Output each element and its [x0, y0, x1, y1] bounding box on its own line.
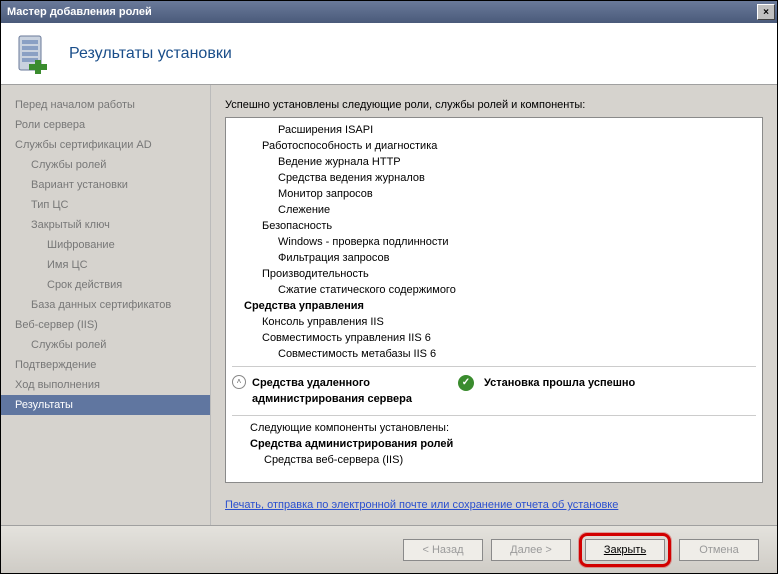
- body: Перед началом работыРоли сервераСлужбы с…: [1, 85, 777, 525]
- results-list[interactable]: Расширения ISAPIРаботоспособность и диаг…: [225, 117, 763, 483]
- nav-item[interactable]: Имя ЦС: [1, 255, 210, 275]
- sub-line-3: Средства веб-сервера (IIS): [264, 452, 756, 468]
- result-line: Средства управления: [244, 298, 756, 314]
- result-line: Слежение: [278, 202, 756, 218]
- main-panel: Успешно установлены следующие роли, служ…: [211, 85, 777, 525]
- sub-section: Следующие компоненты установлены: Средст…: [250, 420, 756, 468]
- nav-item[interactable]: Службы сертификации AD: [1, 135, 210, 155]
- status-section-label: Средства удаленного администрирования се…: [252, 375, 452, 407]
- result-line: Консоль управления IIS: [262, 314, 756, 330]
- sub-line-1: Следующие компоненты установлены:: [250, 420, 756, 436]
- nav-item[interactable]: Подтверждение: [1, 355, 210, 375]
- nav-item[interactable]: Ход выполнения: [1, 375, 210, 395]
- result-line: Совместимость управления IIS 6: [262, 330, 756, 346]
- nav-item[interactable]: Веб-сервер (IIS): [1, 315, 210, 335]
- intro-text: Успешно установлены следующие роли, служ…: [225, 99, 763, 111]
- result-line: Средства ведения журналов: [278, 170, 756, 186]
- server-role-icon: [15, 32, 55, 76]
- success-icon: ✓: [458, 375, 474, 391]
- report-link-bar: Печать, отправка по электронной почте ил…: [225, 483, 763, 525]
- nav-item[interactable]: База данных сертификатов: [1, 295, 210, 315]
- nav-item[interactable]: Шифрование: [1, 235, 210, 255]
- nav-item[interactable]: Службы ролей: [1, 155, 210, 175]
- nav-item[interactable]: Закрытый ключ: [1, 215, 210, 235]
- nav-item[interactable]: Срок действия: [1, 275, 210, 295]
- cancel-button: Отмена: [679, 539, 759, 561]
- close-highlight: Закрыть: [579, 533, 671, 567]
- nav-item[interactable]: Вариант установки: [1, 175, 210, 195]
- close-icon[interactable]: ×: [757, 4, 775, 20]
- wizard-window: Мастер добавления ролей × Результаты уст…: [0, 0, 778, 574]
- nav-item[interactable]: Тип ЦС: [1, 195, 210, 215]
- page-title: Результаты установки: [69, 45, 232, 63]
- result-line: Безопасность: [262, 218, 756, 234]
- back-button: < Назад: [403, 539, 483, 561]
- nav-item[interactable]: Службы ролей: [1, 335, 210, 355]
- result-line: Ведение журнала HTTP: [278, 154, 756, 170]
- close-button[interactable]: Закрыть: [585, 539, 665, 561]
- footer: < Назад Далее > Закрыть Отмена: [1, 525, 777, 573]
- collapse-icon[interactable]: ˄: [232, 375, 246, 389]
- result-line: Фильтрация запросов: [278, 250, 756, 266]
- status-row: ˄ Средства удаленного администрирования …: [232, 371, 756, 411]
- result-line: Монитор запросов: [278, 186, 756, 202]
- sub-line-2: Средства администрирования ролей: [250, 436, 756, 452]
- result-line: Windows - проверка подлинности: [278, 234, 756, 250]
- result-line: Расширения ISAPI: [278, 122, 756, 138]
- nav-item[interactable]: Результаты: [1, 395, 210, 415]
- result-line: Работоспособность и диагностика: [262, 138, 756, 154]
- titlebar: Мастер добавления ролей ×: [1, 1, 777, 23]
- window-title: Мастер добавления ролей: [7, 6, 757, 18]
- next-button: Далее >: [491, 539, 571, 561]
- status-ok-text: Установка прошла успешно: [484, 375, 635, 391]
- nav-item[interactable]: Перед началом работы: [1, 95, 210, 115]
- nav-item[interactable]: Роли сервера: [1, 115, 210, 135]
- nav-sidebar: Перед началом работыРоли сервераСлужбы с…: [1, 85, 211, 525]
- result-line: Сжатие статического содержимого: [278, 282, 756, 298]
- result-line: Совместимость метабазы IIS 6: [278, 346, 756, 362]
- header: Результаты установки: [1, 23, 777, 85]
- report-link[interactable]: Печать, отправка по электронной почте ил…: [225, 499, 618, 511]
- result-line: Производительность: [262, 266, 756, 282]
